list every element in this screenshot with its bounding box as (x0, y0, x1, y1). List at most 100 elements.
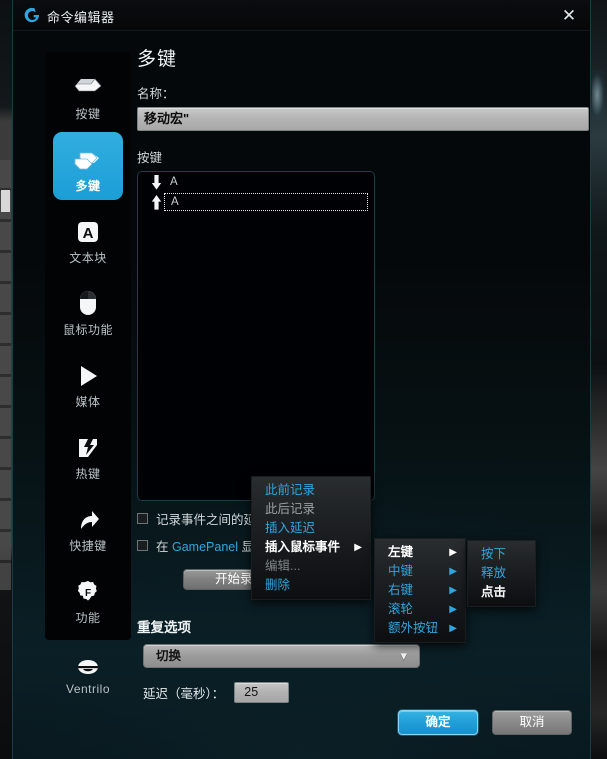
gear-f-icon: F (75, 571, 101, 605)
submenu-item-right-button[interactable]: 右键 ▶ (375, 581, 465, 600)
page-title: 多键 (137, 44, 589, 71)
arrow-down-icon (148, 175, 164, 190)
sidebar-item-multikey[interactable]: 多键 (53, 132, 123, 200)
delay-input[interactable]: 25 (234, 682, 289, 703)
context-menu-item-record-before[interactable]: 此前记录 (252, 481, 370, 500)
checkbox-show-on-gamepanel[interactable] (137, 540, 148, 551)
sidebar-item-label: Ventrilo (66, 682, 110, 696)
sidebar: 按键 多键 A (45, 52, 131, 640)
arrow-up-icon (148, 195, 164, 210)
sidebar-item-media[interactable]: 媒体 (53, 348, 123, 416)
subsubmenu-item-click[interactable]: 点击 (468, 583, 535, 602)
sidebar-item-textblock[interactable]: A 文本块 (53, 204, 123, 272)
context-menu-item-delete[interactable]: 删除 (252, 576, 370, 595)
menu-item-label: 点击 (481, 585, 506, 599)
window-title: 命令编辑器 (47, 7, 115, 26)
sidebar-item-hotkey[interactable]: 热键 (53, 420, 123, 488)
svg-text:F: F (85, 588, 91, 599)
submenu-item-extra-buttons[interactable]: 额外按钮 ▶ (375, 619, 465, 638)
submenu-arrow-icon: ▶ (354, 538, 362, 557)
play-icon (75, 355, 101, 389)
menu-item-label: 额外按钮 (388, 621, 438, 635)
menu-item-label: 此后记录 (265, 502, 315, 516)
submenu-arrow-icon: ▶ (449, 562, 457, 581)
list-item-label: A (170, 176, 178, 188)
context-menu[interactable]: 此前记录 此后记录 插入延迟 插入鼠标事件 ▶ 编辑... (251, 476, 371, 600)
menu-item-label: 按下 (481, 547, 506, 561)
ok-button[interactable]: 确定 (398, 710, 478, 735)
menu-item-label: 左键 (388, 545, 413, 559)
context-menu-item-insert-delay[interactable]: 插入延迟 (252, 519, 370, 538)
logitech-g-icon (23, 6, 41, 24)
sidebar-item-label: 热键 (75, 465, 100, 482)
sidebar-item-keystroke[interactable]: 按键 (53, 60, 123, 128)
left-button-submenu[interactable]: 按下 释放 点击 (467, 540, 536, 607)
submenu-item-left-button[interactable]: 左键 ▶ (375, 543, 465, 562)
context-menu-item-insert-mouse-event[interactable]: 插入鼠标事件 ▶ (252, 538, 370, 557)
lightning-icon (75, 427, 101, 461)
context-menu-item-record-after[interactable]: 此后记录 (252, 500, 370, 519)
background-highlight (1, 190, 10, 212)
key-name-wrap: A (164, 193, 368, 211)
sidebar-item-shortcut[interactable]: 快捷键 (53, 492, 123, 560)
repeat-mode-value: 切换 (144, 645, 419, 667)
screen: 命令编辑器 ✕ 按键 (0, 0, 607, 759)
sidebar-item-label: 媒体 (75, 393, 100, 410)
checkbox-label-accent: GamePanel (172, 540, 238, 554)
subsubmenu-item-press[interactable]: 按下 (468, 545, 535, 564)
list-item-label: A (171, 196, 179, 208)
submenu-arrow-icon: ▶ (449, 581, 457, 600)
keycap-icon (73, 67, 103, 101)
sidebar-item-mouse[interactable]: 鼠标功能 (53, 276, 123, 344)
sidebar-item-ventrilo[interactable]: Ventrilo (53, 636, 123, 704)
dialog-footer: 确定 取消 (398, 710, 572, 735)
menu-item-label: 插入延迟 (265, 521, 315, 535)
repeat-mode-select[interactable]: 切换 ▾ (143, 644, 420, 668)
menu-item-label: 此前记录 (265, 483, 315, 497)
submenu-item-scroll-wheel[interactable]: 滚轮 ▶ (375, 600, 465, 619)
name-input[interactable]: 移动宏" (137, 107, 589, 131)
arrow-up-right-icon (75, 499, 101, 533)
submenu-arrow-icon: ▶ (449, 600, 457, 619)
menu-item-label: 删除 (265, 578, 290, 592)
cancel-button[interactable]: 取消 (492, 710, 572, 735)
delay-row: 延迟（毫秒）： 25 (143, 682, 589, 703)
sidebar-item-label: 多键 (75, 177, 100, 194)
menu-item-label: 中键 (388, 564, 413, 578)
close-icon[interactable]: ✕ (556, 4, 582, 28)
checkbox-record-delays[interactable] (137, 513, 148, 524)
list-item[interactable]: A (138, 172, 374, 192)
submenu-item-middle-button[interactable]: 中键 ▶ (375, 562, 465, 581)
background-glow (592, 70, 605, 120)
mouse-event-submenu[interactable]: 左键 ▶ 中键 ▶ 右键 ▶ 滚轮 ▶ (374, 538, 466, 643)
ventrilo-icon (74, 644, 102, 678)
title-bar: 命令编辑器 ✕ (13, 0, 590, 31)
sidebar-item-function[interactable]: F 功能 (53, 564, 123, 632)
multikey-icon (71, 139, 105, 173)
background-window-right (591, 0, 607, 759)
text-block-icon: A (75, 211, 101, 245)
sidebar-item-label: 文本块 (69, 249, 107, 266)
submenu-arrow-icon: ▶ (449, 543, 457, 562)
sidebar-item-label: 快捷键 (69, 537, 107, 554)
repeat-options-title: 重复选项 (137, 616, 589, 636)
sidebar-item-label: 功能 (75, 609, 100, 626)
background-list-strip (0, 160, 11, 590)
sidebar-item-label: 按键 (75, 105, 100, 122)
list-item[interactable]: A (138, 192, 374, 212)
subsubmenu-item-release[interactable]: 释放 (468, 564, 535, 583)
context-menu-item-edit[interactable]: 编辑... (252, 557, 370, 576)
menu-item-label: 插入鼠标事件 (265, 540, 340, 554)
delay-label: 延迟（毫秒）： (143, 683, 224, 702)
checkbox-label-pre: 在 (156, 540, 172, 554)
keys-label: 按键 (137, 147, 589, 166)
menu-item-label: 右键 (388, 583, 413, 597)
key-event-list[interactable]: A A 此前记录 (137, 171, 375, 501)
background-window-left (0, 0, 12, 759)
chevron-down-icon: ▾ (400, 645, 407, 667)
mouse-icon (77, 283, 99, 317)
menu-item-label: 滚轮 (388, 602, 413, 616)
svg-text:A: A (83, 225, 94, 242)
menu-item-label: 编辑... (265, 559, 300, 573)
submenu-arrow-icon: ▶ (449, 619, 457, 638)
